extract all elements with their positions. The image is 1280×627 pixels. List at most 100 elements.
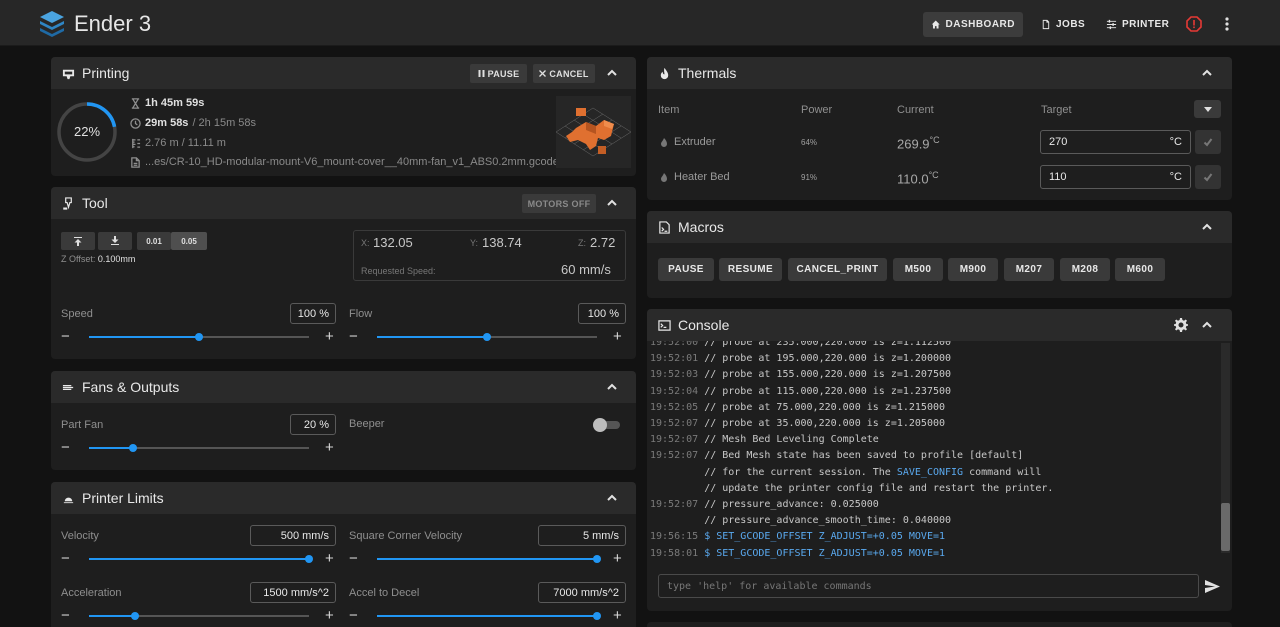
console-command-input[interactable]: type 'help' for available commands	[658, 574, 1199, 598]
fans-collapse-chevron-icon[interactable]	[606, 380, 618, 392]
z-step-001-button[interactable]: 0.01	[137, 232, 171, 250]
square-corner-velocity-slider[interactable]: − +	[349, 550, 625, 567]
speedometer-icon	[63, 495, 74, 503]
slider-plus-button[interactable]: +	[613, 328, 622, 345]
macro-pause-button[interactable]: PAUSE	[658, 258, 714, 281]
z-up-button[interactable]	[61, 232, 95, 250]
x-position: 132.05	[373, 235, 413, 250]
part-fan-slider[interactable]: − +	[61, 439, 337, 456]
heater-bed-current-value: 110.0	[897, 171, 929, 187]
heater-bed-power: 91%	[801, 173, 818, 182]
nav-jobs-button[interactable]: JOBS	[1032, 12, 1093, 37]
send-icon[interactable]	[1204, 578, 1221, 595]
macros-collapse-chevron-icon[interactable]	[1201, 220, 1213, 232]
acceleration-input[interactable]: 1500 mm/s^2	[250, 582, 336, 603]
gear-icon[interactable]	[1174, 318, 1188, 332]
z-step-005-button[interactable]: 0.05	[171, 232, 207, 250]
flow-slider[interactable]: − +	[349, 328, 625, 345]
slider-plus-button[interactable]: +	[325, 607, 334, 624]
macro-m600-button[interactable]: M600	[1115, 258, 1165, 281]
extruder-apply-button[interactable]	[1195, 130, 1221, 154]
nav-printer-button[interactable]: PRINTER	[1098, 12, 1177, 37]
macro-m900-button[interactable]: M900	[948, 258, 998, 281]
console-message: command will	[963, 466, 1042, 478]
more-vertical-icon[interactable]	[1222, 16, 1232, 32]
square-corner-velocity-label: Square Corner Velocity	[349, 530, 463, 542]
velocity-slider[interactable]: − +	[61, 550, 337, 567]
heater-bed-target-input[interactable]: 110 °C	[1040, 165, 1191, 189]
limits-card-title: Printer Limits	[82, 490, 164, 506]
beeper-toggle[interactable]	[593, 418, 620, 432]
console-line: 19:58:01 $ SET_GCODE_OFFSET Z_ADJUST=+0.…	[650, 548, 945, 559]
elapsed-time-row: 1h 45m 59s	[130, 97, 204, 109]
cancel-button[interactable]: CANCEL	[533, 64, 595, 83]
slider-minus-button[interactable]: −	[349, 328, 358, 345]
slider-thumb[interactable]	[593, 612, 601, 620]
slider-thumb[interactable]	[305, 555, 313, 563]
slider-plus-button[interactable]: +	[325, 328, 334, 345]
slider-fill	[89, 615, 136, 617]
emergency-stop-icon[interactable]	[1186, 16, 1202, 32]
slider-thumb[interactable]	[593, 555, 601, 563]
speed-slider[interactable]: − +	[61, 328, 337, 345]
thermals-collapse-chevron-icon[interactable]	[1201, 66, 1213, 78]
slider-minus-button[interactable]: −	[349, 607, 358, 624]
accel-to-decel-slider[interactable]: − +	[349, 607, 625, 624]
square-corner-velocity-input[interactable]: 5 mm/s	[538, 525, 626, 546]
acceleration-slider[interactable]: − +	[61, 607, 337, 624]
flow-input[interactable]: 100 %	[578, 303, 626, 324]
accel-to-decel-label: Accel to Decel	[349, 587, 420, 599]
tool-collapse-chevron-icon[interactable]	[606, 196, 618, 208]
extruder-target-input[interactable]: 270 °C	[1040, 130, 1191, 154]
printing-collapse-chevron-icon[interactable]	[606, 66, 618, 78]
console-link[interactable]: SAVE_CONFIG	[897, 467, 963, 478]
macro-m500-button[interactable]: M500	[893, 258, 943, 281]
console-scrollbar[interactable]	[1221, 343, 1230, 553]
slider-thumb[interactable]	[195, 333, 203, 341]
motors-off-button[interactable]: MOTORS OFF	[522, 194, 596, 213]
heater-bed-target-value: 110	[1049, 171, 1067, 183]
thermals-col-power: Power	[801, 104, 833, 116]
extruder-current-unit: °C	[929, 135, 940, 145]
macro-resume-button[interactable]: RESUME	[719, 258, 782, 281]
limits-collapse-chevron-icon[interactable]	[606, 491, 618, 503]
nav-dashboard-button[interactable]: DASHBOARD	[923, 12, 1023, 37]
slider-minus-button[interactable]: −	[349, 550, 358, 567]
check-icon	[1203, 173, 1213, 182]
thermals-menu-button[interactable]	[1194, 100, 1221, 118]
heater-bed-name: Heater Bed	[660, 171, 730, 183]
files-icon	[1042, 19, 1050, 30]
console-collapse-chevron-icon[interactable]	[1201, 318, 1213, 330]
slider-plus-button[interactable]: +	[613, 607, 622, 624]
macro-m208-button[interactable]: M208	[1060, 258, 1110, 281]
speed-input[interactable]: 100 %	[290, 303, 336, 324]
slider-thumb[interactable]	[131, 612, 140, 620]
slider-minus-button[interactable]: −	[61, 550, 70, 567]
console-scrollbar-thumb[interactable]	[1221, 503, 1230, 551]
heater-bed-apply-button[interactable]	[1195, 165, 1221, 189]
z-down-button[interactable]	[98, 232, 132, 250]
part-fan-input[interactable]: 20 %	[290, 414, 336, 435]
console-line: 19:52:03 // probe at 155.000,220.000 is …	[650, 369, 951, 380]
requested-speed-value: 60 mm/s	[561, 262, 611, 277]
slider-minus-button[interactable]: −	[61, 439, 70, 456]
slider-plus-button[interactable]: +	[325, 439, 334, 456]
velocity-input[interactable]: 500 mm/s	[250, 525, 336, 546]
slider-plus-button[interactable]: +	[325, 550, 334, 567]
console-timestamp: 19:52:07	[650, 499, 705, 510]
slider-thumb[interactable]	[129, 444, 137, 452]
slider-minus-button[interactable]: −	[61, 328, 70, 345]
fans-card-header: Fans & Outputs	[51, 371, 636, 403]
macro-m207-button[interactable]: M207	[1004, 258, 1054, 281]
console-message: // probe at 75.000,220.000 is z=1.215000	[704, 401, 946, 413]
slider-thumb[interactable]	[483, 333, 491, 341]
macro-cancel-print-button[interactable]: CANCEL_PRINT	[788, 258, 887, 281]
pause-button[interactable]: PAUSE	[470, 64, 527, 83]
accel-to-decel-input[interactable]: 7000 mm/s^2	[538, 582, 626, 603]
extruder-current-value: 269.9	[897, 136, 930, 152]
z-step-001-label: 0.01	[146, 236, 162, 246]
slider-plus-button[interactable]: +	[613, 550, 622, 567]
file-icon	[131, 156, 140, 168]
slider-minus-button[interactable]: −	[61, 607, 70, 624]
home-icon	[931, 20, 940, 29]
